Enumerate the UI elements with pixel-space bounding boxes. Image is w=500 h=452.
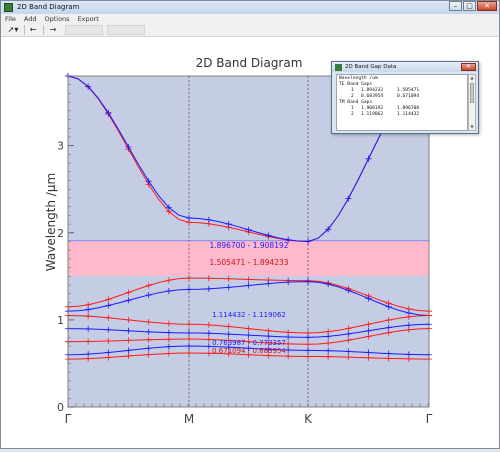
- gap-label-tm-1: 1.896700 - 1.908192: [209, 241, 288, 250]
- x-tick-label: Γ: [65, 412, 72, 426]
- popup-app-icon: [335, 64, 342, 71]
- pointer-tool-icon[interactable]: ➚▾: [4, 25, 22, 35]
- popup-title-bar[interactable]: 2D Band Gap Data ✕: [332, 62, 478, 72]
- back-arrow-icon[interactable]: ←: [27, 25, 39, 35]
- gap-data-cell: 1.114432: [397, 112, 420, 117]
- menu-options[interactable]: Options: [40, 14, 73, 24]
- close-button[interactable]: ✕: [477, 1, 497, 11]
- app-window: 2D Band Diagram – □ ✕ File Add Options E…: [0, 0, 500, 449]
- toolbar: ➚▾ ← →: [1, 24, 499, 37]
- gap-data-cell: 1.119062: [361, 112, 384, 117]
- toolbar-separator: [43, 25, 44, 35]
- menu-add[interactable]: Add: [20, 14, 41, 24]
- popup-title: 2D Band Gap Data: [345, 64, 397, 70]
- y-tick-label: 0: [57, 401, 64, 414]
- forward-arrow-icon[interactable]: →: [47, 25, 59, 35]
- gap-data-text[interactable]: Wavelength /um TE Band Gaps 1 1.894233 1.505…: [336, 74, 468, 131]
- band-gap-data-popup[interactable]: 2D Band Gap Data ✕ Wavelength /um TE Band…: [331, 61, 479, 134]
- menu-export[interactable]: Export: [74, 14, 103, 24]
- y-tick-label: 3: [57, 140, 64, 153]
- scroll-down-icon[interactable]: ▼: [469, 124, 475, 130]
- popup-scrollbar[interactable]: ▲ ▼: [468, 74, 476, 131]
- gap-label-te-1: 1.505471 - 1.894233: [209, 258, 288, 267]
- gap-label-tm-2: 1.114432 - 1.119062: [212, 311, 286, 319]
- x-tick-label: M: [184, 412, 194, 426]
- menu-file[interactable]: File: [1, 14, 20, 24]
- gap-data-cell: Wavelength /um: [339, 76, 378, 81]
- toolbar-separator: [24, 25, 25, 35]
- scroll-up-icon[interactable]: ▲: [469, 75, 475, 81]
- minimize-button[interactable]: –: [449, 1, 462, 11]
- y-tick-label: 2: [57, 227, 64, 240]
- y-axis-label: Wavelength /µm: [44, 173, 58, 271]
- toolbar-field[interactable]: [107, 25, 145, 35]
- scroll-thumb[interactable]: [470, 83, 474, 103]
- maximize-button[interactable]: □: [463, 1, 476, 11]
- y-tick-label: 1: [57, 314, 64, 327]
- gap-label-tm-2b: 0.763987 - 0.773357: [212, 339, 286, 347]
- title-bar[interactable]: 2D Band Diagram – □ ✕: [1, 1, 499, 14]
- gap-data-cell: TE Band Gaps: [339, 82, 373, 87]
- popup-close-button[interactable]: ✕: [461, 63, 476, 71]
- app-icon: [4, 3, 13, 12]
- window-title: 2D Band Diagram: [17, 3, 80, 11]
- gap-data-cell: 2: [351, 112, 354, 117]
- gap-data-cell: 0.671094: [397, 94, 420, 99]
- x-tick-label: K: [304, 412, 313, 426]
- gap-data-cell: TM Band Gaps: [339, 100, 373, 105]
- x-tick-label: Γ: [426, 412, 433, 426]
- toolbar-field[interactable]: [65, 25, 103, 35]
- chart-title: 2D Band Diagram: [196, 56, 303, 70]
- gap-label-te-2: 0.671094 - 0.683954: [212, 347, 286, 355]
- menu-bar: File Add Options Export: [1, 14, 499, 24]
